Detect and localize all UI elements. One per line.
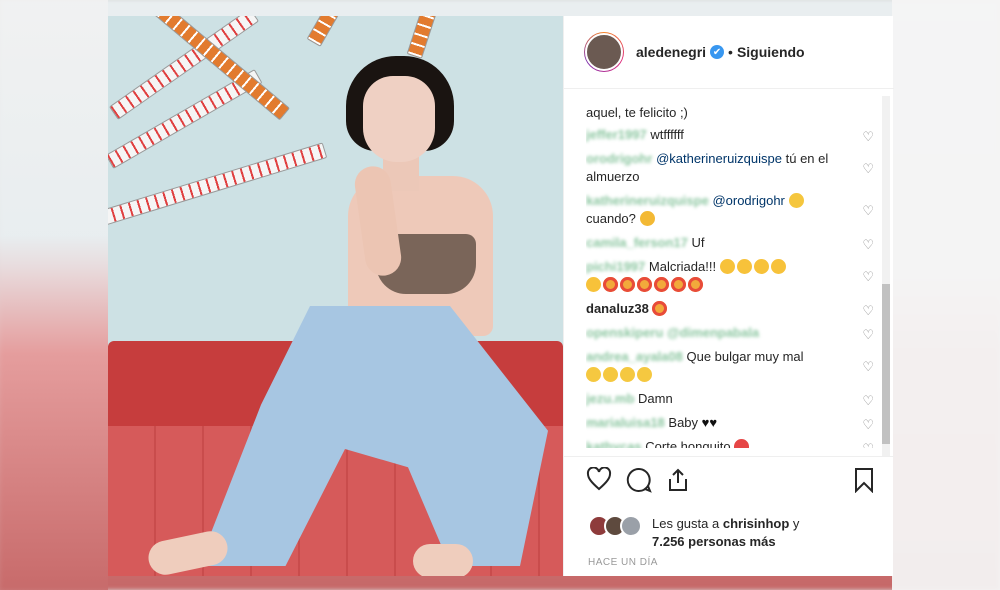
star-struck-emoji-icon (652, 301, 668, 316)
comment-username[interactable]: andrea_ayala08 (586, 349, 683, 364)
comment-item: orodrigohr @katherineruizquispe tú en el… (586, 150, 874, 186)
comment-like-heart-icon[interactable]: ♡ (862, 440, 874, 448)
black-hearts-emoji: ♥♥ (701, 415, 718, 430)
scrollbar-thumb[interactable] (882, 284, 890, 444)
grinning-face-emoji-icon (736, 259, 752, 274)
comment-item: katherineruizquispe @orodrigohr cuando? … (586, 192, 874, 228)
star-struck-emoji-icon (620, 277, 635, 292)
star-struck-emoji-icon (603, 277, 618, 292)
comment-text: Baby (668, 415, 699, 430)
comments-list: aquel, te felicito ;) jeffer1997 wtfffff… (586, 88, 876, 448)
mushroom-emoji-icon (734, 439, 750, 448)
person-foot (413, 544, 473, 576)
comment-like-heart-icon[interactable]: ♡ (862, 236, 874, 254)
post-photo (108, 16, 563, 576)
comment-like-heart-icon[interactable]: ♡ (862, 160, 874, 178)
comment-username[interactable]: pichi1997 (586, 259, 645, 274)
grinning-face-emoji-icon (586, 277, 601, 292)
comment-username[interactable]: jezu.mb (586, 391, 634, 406)
avatar-image (585, 33, 623, 71)
post-side-panel: aledenegri ✔ • Siguiendo aquel, te felic… (563, 16, 894, 576)
comment-item: aquel, te felicito ;) (586, 104, 854, 122)
background-left-strip (0, 0, 108, 590)
comment-bubble-icon[interactable] (626, 467, 652, 493)
instagram-post-modal: aledenegri ✔ • Siguiendo aquel, te felic… (108, 16, 894, 576)
post-actions-bar: Les gusta a chrisinhop y 7.256 personas … (564, 456, 894, 577)
comment-item: marialuisa18 Baby ♥♥ ♡ (586, 414, 874, 432)
comment-username[interactable]: jeffer1997 (586, 127, 647, 142)
share-icon[interactable] (666, 467, 690, 493)
comment-like-heart-icon[interactable]: ♡ (862, 202, 874, 220)
winking-face-emoji-icon (788, 193, 804, 208)
comment-item: andrea_ayala08 Que bulgar muy mal ♡ (586, 348, 874, 384)
comment-username[interactable]: openskiperu (586, 325, 663, 340)
profile-avatar[interactable] (584, 32, 624, 72)
neutral-face-emoji-icon (586, 367, 601, 382)
comment-text: Damn (638, 391, 673, 406)
star-struck-emoji-icon (688, 277, 703, 292)
person-face (363, 76, 435, 162)
comment-item: jezu.mb Damn ♡ (586, 390, 874, 408)
likes-count[interactable]: 7.256 personas más (652, 534, 776, 549)
verified-badge-icon: ✔ (710, 45, 725, 59)
comment-username[interactable]: camila_ferson17 (586, 235, 688, 250)
separator-dot: • (728, 44, 733, 60)
post-timestamp[interactable]: HACE UN DÍA (588, 557, 658, 568)
grinning-face-emoji-icon (753, 259, 769, 274)
comment-item: openskiperu @dimenpabala ♡ (586, 324, 874, 342)
likes-text: Les gusta a chrisinhop y 7.256 personas … (652, 515, 799, 551)
comment-text: aquel, te felicito ;) (586, 105, 688, 120)
likes-summary: Les gusta a chrisinhop y 7.256 personas … (588, 515, 799, 551)
heart-outline-icon[interactable] (586, 467, 612, 491)
star-struck-emoji-icon (654, 277, 669, 292)
comment-text: cuando? (586, 211, 636, 226)
post-username[interactable]: aledenegri (636, 44, 706, 60)
comment-item: pichi1997 Malcriada!!! ♡ (586, 258, 874, 294)
comment-like-heart-icon[interactable]: ♡ (862, 416, 874, 434)
comment-username[interactable]: kathycas (586, 439, 642, 448)
comment-item: danaluz38 ♡ (586, 300, 874, 318)
likes-prefix: Les gusta a (652, 516, 720, 531)
comment-item: jeffer1997 wtffffff ♡ (586, 126, 874, 144)
comment-username[interactable]: marialuisa18 (586, 415, 665, 430)
neutral-face-emoji-icon (603, 367, 618, 382)
screaming-face-emoji-icon (639, 211, 655, 226)
bookmark-icon[interactable] (854, 467, 874, 493)
liker-username[interactable]: chrisinhop (723, 516, 789, 531)
comment-like-heart-icon[interactable]: ♡ (862, 392, 874, 410)
comment-mention[interactable]: @katherineruizquispe (656, 151, 782, 166)
comment-username[interactable]: danaluz38 (586, 301, 649, 316)
liker-avatar[interactable] (620, 515, 642, 537)
comment-like-heart-icon[interactable]: ♡ (862, 358, 874, 376)
post-header: aledenegri ✔ • Siguiendo (564, 16, 894, 89)
comment-item: kathycas Corte honguito ♡ (586, 438, 874, 448)
comment-text: Corte honguito (645, 439, 731, 448)
following-button[interactable]: Siguiendo (737, 44, 805, 60)
neutral-face-emoji-icon (620, 367, 635, 382)
background-right-strip (892, 0, 1000, 590)
comment-text: Malcriada!!! (648, 259, 717, 274)
comment-text: wtffffff (650, 127, 684, 142)
comment-username[interactable]: katherineruizquispe (586, 193, 709, 208)
comment-mention[interactable]: @orodrigohr (712, 193, 784, 208)
comment-text: Que bulgar muy mal (686, 349, 804, 364)
comment-text: @dimenpabala (666, 325, 760, 340)
comments-scrollbar[interactable] (882, 96, 890, 456)
grinning-face-emoji-icon (719, 259, 735, 274)
comment-text: Uf (691, 235, 705, 250)
star-struck-emoji-icon (671, 277, 686, 292)
comment-like-heart-icon[interactable]: ♡ (862, 268, 874, 286)
comment-like-heart-icon[interactable]: ♡ (862, 128, 874, 146)
neutral-face-emoji-icon (637, 367, 652, 382)
star-struck-emoji-icon (637, 277, 652, 292)
comment-username[interactable]: orodrigohr (586, 151, 652, 166)
likes-conjunction: y (792, 516, 800, 531)
comment-like-heart-icon[interactable]: ♡ (862, 326, 874, 344)
comment-item: camila_ferson17 Uf ♡ (586, 234, 874, 252)
grinning-face-emoji-icon (770, 259, 786, 274)
comment-like-heart-icon[interactable]: ♡ (862, 302, 874, 320)
